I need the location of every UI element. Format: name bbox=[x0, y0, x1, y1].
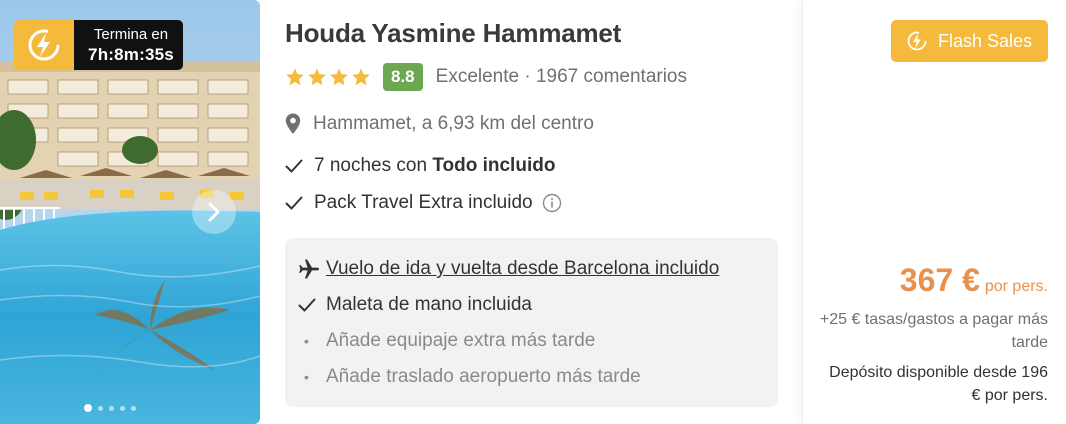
gallery-dots bbox=[84, 404, 136, 412]
hotel-stars bbox=[285, 67, 371, 87]
gallery-dot[interactable] bbox=[131, 405, 136, 411]
star-icon bbox=[308, 68, 326, 86]
hotel-info: Houda Yasmine Hammamet 8.8 Excelente · 1… bbox=[285, 0, 785, 424]
feature-nights: 7 noches con Todo incluido bbox=[285, 155, 555, 177]
timer-value: 7h:8m:35s bbox=[88, 45, 174, 64]
chevron-right-icon bbox=[208, 202, 220, 222]
lightning-bolt-icon bbox=[28, 29, 60, 61]
gallery-next-button[interactable] bbox=[192, 190, 236, 234]
timer-bolt-badge bbox=[14, 20, 88, 70]
location-text: Hammamet, a 6,93 km del centro bbox=[313, 113, 594, 134]
airplane-icon bbox=[299, 259, 319, 279]
lightning-bolt-icon bbox=[907, 31, 927, 51]
transfer-text: Añade traslado aeropuerto más tarde bbox=[326, 366, 641, 387]
nights-text: 7 noches con bbox=[314, 155, 433, 176]
luggage-row: Maleta de mano incluida bbox=[298, 294, 532, 316]
flash-sales-label: Flash Sales bbox=[937, 30, 1033, 51]
star-icon bbox=[330, 68, 348, 86]
price-column: Flash Sales 367 € por pers. +25 € tasas/… bbox=[802, 0, 1066, 424]
countdown-timer: Termina en 7h:8m:35s bbox=[14, 20, 183, 70]
star-icon bbox=[286, 68, 304, 86]
flight-box: Vuelo de ida y vuelta desde Barcelona in… bbox=[285, 238, 778, 407]
transfer-row: • Añade traslado aeropuerto más tarde bbox=[298, 366, 641, 388]
price-per: por pers. bbox=[984, 278, 1048, 295]
extra-luggage-text: Añade equipaje extra más tarde bbox=[326, 330, 596, 351]
review-score-badge: 8.8 bbox=[383, 63, 423, 91]
board-type: Todo incluido bbox=[432, 155, 556, 176]
feature-pack: Pack Travel Extra incluido bbox=[285, 192, 573, 214]
flight-link[interactable]: Vuelo de ida y vuelta desde Barcelona in… bbox=[298, 258, 719, 280]
gallery-dot[interactable] bbox=[98, 405, 103, 411]
timer-label: Termina en bbox=[93, 26, 169, 43]
pack-text: Pack Travel Extra incluido bbox=[314, 192, 533, 213]
price: 367 € por pers. bbox=[900, 262, 1048, 299]
gallery-dot[interactable] bbox=[84, 404, 92, 412]
hotel-photo-gallery[interactable]: Termina en 7h:8m:35s bbox=[0, 0, 260, 424]
flash-sales-badge[interactable]: Flash Sales bbox=[891, 20, 1048, 62]
flight-text: Vuelo de ida y vuelta desde Barcelona in… bbox=[326, 258, 720, 279]
check-icon bbox=[285, 196, 303, 210]
map-pin-icon bbox=[285, 113, 301, 134]
bullet-icon: • bbox=[304, 369, 309, 385]
luggage-text: Maleta de mano incluida bbox=[326, 294, 532, 315]
info-icon[interactable] bbox=[542, 193, 562, 213]
review-summary[interactable]: Excelente · 1967 comentarios bbox=[436, 66, 687, 88]
gallery-dot[interactable] bbox=[120, 405, 125, 411]
taxes-note: +25 € tasas/gastos a pagar más tarde bbox=[819, 311, 1048, 351]
bullet-icon: • bbox=[304, 333, 309, 349]
check-icon bbox=[298, 298, 316, 312]
hotel-name[interactable]: Houda Yasmine Hammamet bbox=[285, 18, 621, 49]
star-icon bbox=[352, 68, 370, 86]
price-amount: 367 € bbox=[899, 262, 980, 298]
rating-row: 8.8 Excelente · 1967 comentarios bbox=[285, 62, 687, 92]
location-row[interactable]: Hammamet, a 6,93 km del centro bbox=[285, 113, 594, 135]
offer-card[interactable]: Termina en 7h:8m:35s Houda Yasmine Hamma… bbox=[0, 0, 1066, 424]
deposit-note: Depósito disponible desde 196 € por pers… bbox=[829, 364, 1048, 404]
check-icon bbox=[285, 159, 303, 173]
extra-luggage-row: • Añade equipaje extra más tarde bbox=[298, 330, 595, 352]
gallery-dot[interactable] bbox=[109, 405, 114, 411]
